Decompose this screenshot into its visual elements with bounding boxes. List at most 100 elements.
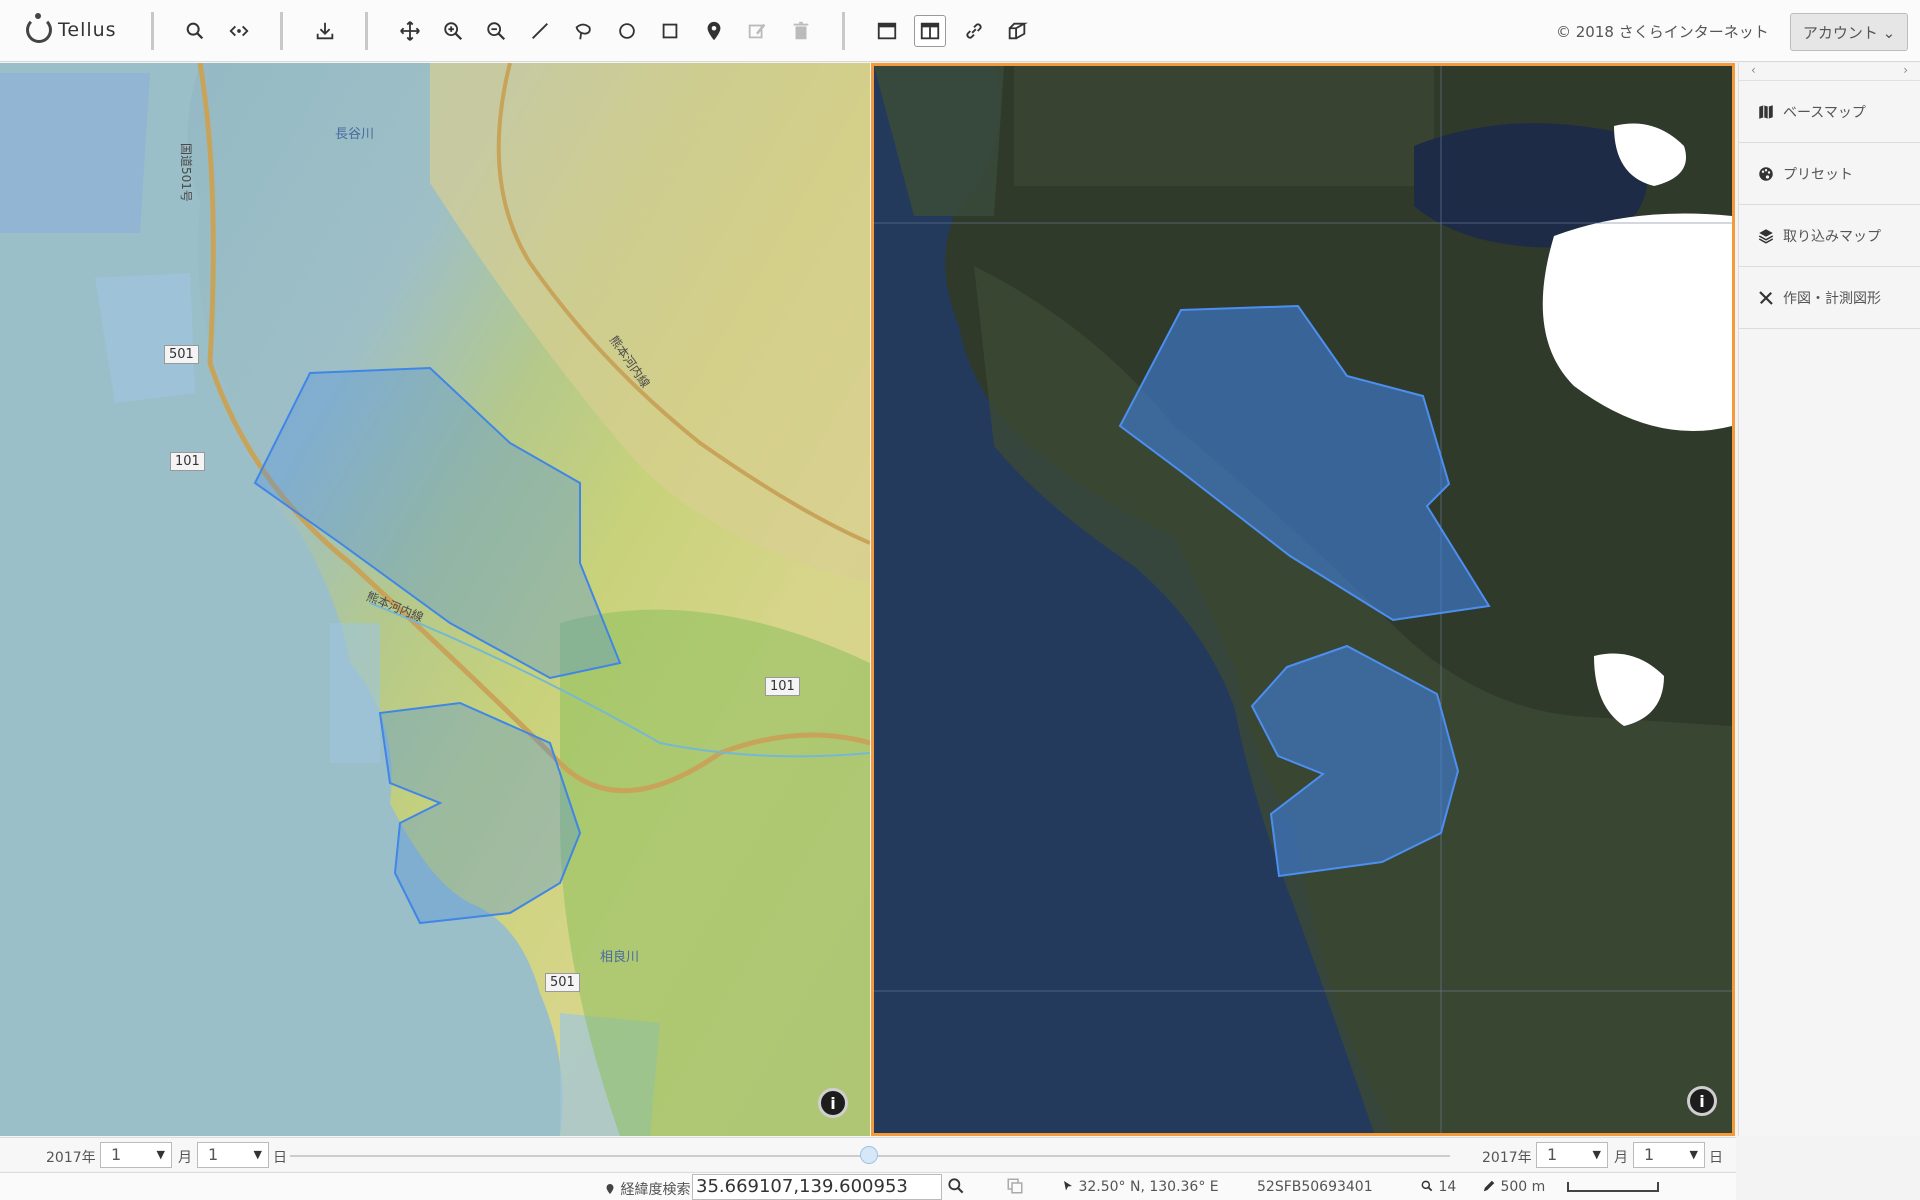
delete-shape-button[interactable] <box>785 15 817 47</box>
account-button[interactable]: アカウント ⌄ <box>1790 13 1908 51</box>
draw-rectangle-button[interactable] <box>654 15 686 47</box>
logo-icon <box>26 13 52 43</box>
map-scale-text: 500 m <box>1500 1179 1546 1195</box>
toolbar-divider <box>365 12 368 50</box>
right-year-label: 2017年 <box>1482 1150 1532 1166</box>
toolbar-divider <box>842 12 845 50</box>
right-day-select[interactable]: 1 <box>1633 1142 1705 1168</box>
river-label: 相良川 <box>600 950 640 965</box>
sidebar-item-preset[interactable]: プリセット <box>1739 143 1920 205</box>
toolbar-divider <box>280 12 283 50</box>
zoom-level-text: 14 <box>1438 1179 1457 1195</box>
cursor-coordinates-text: 32.50° N, 130.36° E <box>1078 1179 1219 1195</box>
search-button[interactable] <box>179 15 211 47</box>
circle-icon <box>619 23 635 39</box>
search-icon <box>186 22 204 40</box>
coordinate-search-input[interactable]: 35.669107,139.600953 <box>692 1174 942 1200</box>
zoom-level: 14 <box>1420 1179 1456 1195</box>
search-icon <box>948 1178 964 1194</box>
sidebar-nav: ‹ › <box>1739 63 1920 81</box>
sidebar-item-label: プリセット <box>1783 166 1853 183</box>
road-label: 国道501号 <box>179 143 193 202</box>
layers-icon <box>1758 228 1774 244</box>
sidebar-item-label: ベースマップ <box>1783 104 1866 121</box>
trash-icon <box>793 21 809 40</box>
edit-icon <box>748 23 766 39</box>
cursor-icon <box>1064 1181 1072 1191</box>
terrain-map[interactable] <box>0 63 870 1136</box>
app-logo[interactable]: Tellus <box>26 13 117 46</box>
right-day-unit: 日 <box>1709 1150 1723 1166</box>
draw-lasso-button[interactable] <box>567 15 599 47</box>
right-map-view[interactable]: i <box>871 63 1735 1136</box>
zoom-in-icon <box>444 22 463 41</box>
top-toolbar: Tellus © 2018 さくらインターネット アカウント ⌄ <box>0 0 1920 62</box>
road-badge: 101 <box>170 452 205 471</box>
coordinate-search-button[interactable] <box>946 1176 966 1200</box>
share-button[interactable] <box>223 15 255 47</box>
scale-pencil-icon <box>1483 1180 1495 1192</box>
ruler-pencil-icon <box>1759 290 1773 305</box>
edit-shape-button[interactable] <box>741 15 773 47</box>
sidebar-next-button[interactable]: › <box>1903 63 1908 80</box>
download-icon <box>316 22 334 40</box>
time-slider-handle[interactable] <box>860 1146 878 1164</box>
river-label: 長谷川 <box>335 127 375 142</box>
left-day-unit: 日 <box>273 1150 287 1166</box>
info-button[interactable]: i <box>818 1088 848 1118</box>
coord-search-text: 経緯度検索 <box>620 1182 691 1198</box>
download-button[interactable] <box>309 15 341 47</box>
left-month-select[interactable]: 1 <box>100 1142 172 1168</box>
line-icon <box>532 23 548 39</box>
info-button[interactable]: i <box>1687 1086 1717 1116</box>
draw-circle-button[interactable] <box>611 15 643 47</box>
app-name: Tellus <box>58 19 117 41</box>
pin-icon <box>707 21 721 41</box>
link-button[interactable] <box>958 15 990 47</box>
single-view-icon <box>877 22 897 40</box>
cursor-coordinates: 32.50° N, 130.36° E <box>1062 1179 1219 1195</box>
lasso-icon <box>575 23 591 40</box>
left-day-select[interactable]: 1 <box>197 1142 269 1168</box>
split-view-icon <box>920 22 940 40</box>
share-icon <box>229 25 249 37</box>
sidebar-item-basemap[interactable]: ベースマップ <box>1739 81 1920 143</box>
left-map-view[interactable]: 国道501号 501 101 長谷川 熊本河内線 101 501 相良川 熊本河… <box>0 63 870 1136</box>
map-scale: 500 m <box>1482 1179 1545 1195</box>
right-month-select[interactable]: 1 <box>1536 1142 1608 1168</box>
3d-view-button[interactable] <box>1001 15 1033 47</box>
copy-button[interactable] <box>1006 1177 1024 1199</box>
copyright-text: © 2018 さくらインターネット <box>1556 23 1769 41</box>
scale-bar <box>1567 1182 1659 1192</box>
draw-pin-button[interactable] <box>698 15 730 47</box>
satellite-map[interactable] <box>874 66 1732 1133</box>
left-month-unit: 月 <box>178 1150 192 1166</box>
left-year-label: 2017年 <box>46 1150 96 1166</box>
sidebar-item-imported-map[interactable]: 取り込みマップ <box>1739 205 1920 267</box>
scene-id: 52SFB50693401 <box>1257 1179 1373 1195</box>
sidebar-prev-button[interactable]: ‹ <box>1751 63 1756 80</box>
zoom-icon <box>1421 1180 1433 1192</box>
layer-sidebar: ‹ › ベースマップ プリセット 取り込みマップ 作図・計測図形 <box>1738 63 1920 1136</box>
road-badge: 501 <box>164 345 199 364</box>
sidebar-item-label: 作図・計測図形 <box>1783 290 1881 307</box>
map-icon <box>1759 104 1773 119</box>
info-icon: i <box>830 1093 836 1113</box>
sidebar-item-drawing[interactable]: 作図・計測図形 <box>1739 267 1920 329</box>
copy-icon <box>1007 1178 1023 1194</box>
coord-search-label: 経緯度検索 <box>604 1179 690 1199</box>
toolbar-divider <box>151 12 154 50</box>
pin-icon <box>606 1184 614 1194</box>
zoom-out-button[interactable] <box>480 15 512 47</box>
road-badge: 101 <box>765 677 800 696</box>
road-badge: 501 <box>545 973 580 992</box>
split-view-button[interactable] <box>914 15 946 47</box>
move-icon <box>400 21 420 41</box>
link-icon <box>966 23 982 39</box>
draw-line-button[interactable] <box>524 15 556 47</box>
move-button[interactable] <box>394 15 426 47</box>
right-month-unit: 月 <box>1614 1150 1628 1166</box>
rectangle-icon <box>662 23 678 39</box>
zoom-in-button[interactable] <box>437 15 469 47</box>
single-view-button[interactable] <box>871 15 903 47</box>
